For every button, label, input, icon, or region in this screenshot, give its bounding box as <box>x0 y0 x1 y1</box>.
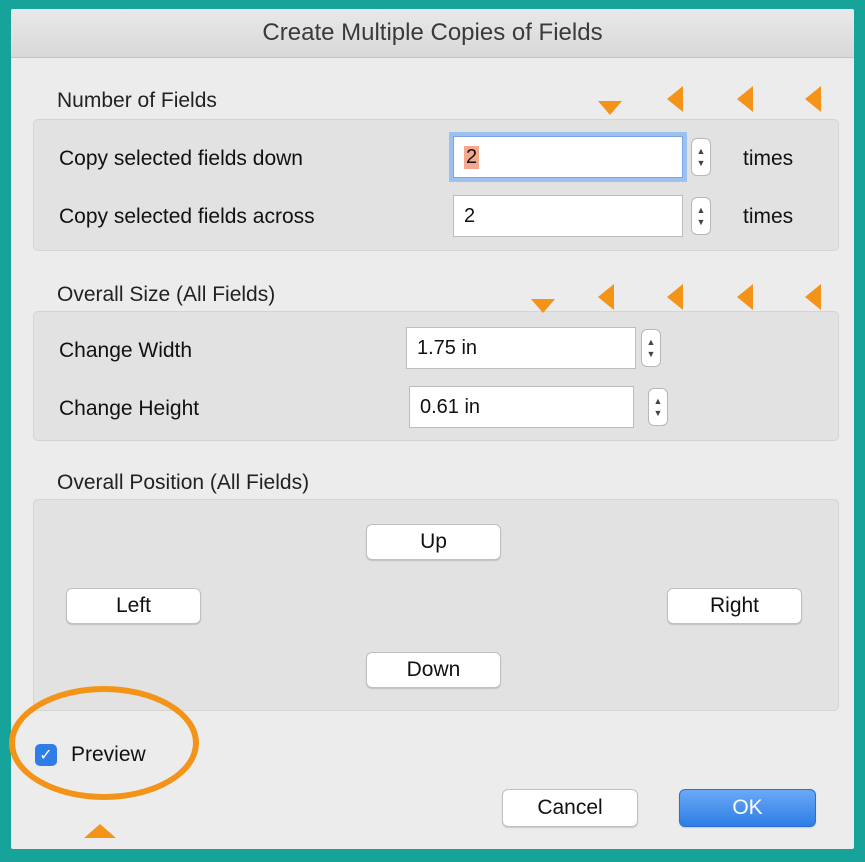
change-height-input[interactable]: 0.61 in <box>409 386 634 428</box>
change-width-value: 1.75 in <box>417 336 478 359</box>
number-of-fields-group <box>33 119 839 251</box>
annotation-arrow-left-icon <box>737 86 753 112</box>
ok-button[interactable]: OK <box>679 789 816 827</box>
move-up-button[interactable]: Up <box>366 524 501 560</box>
stepper-down-icon: ▼ <box>696 158 706 168</box>
copy-across-stepper[interactable]: ▲ ▼ <box>691 197 711 235</box>
copy-across-label: Copy selected fields across <box>59 205 315 228</box>
annotation-arrow-left-icon <box>805 86 821 112</box>
change-width-label: Change Width <box>59 339 193 362</box>
stepper-up-icon: ▲ <box>696 205 706 215</box>
stepper-down-icon: ▼ <box>696 217 706 227</box>
annotation-arrow-left-icon <box>667 284 683 310</box>
stepper-up-icon: ▲ <box>653 396 663 406</box>
overall-size-label: Overall Size (All Fields) <box>57 283 276 306</box>
stepper-down-icon: ▼ <box>653 408 663 418</box>
stepper-up-icon: ▲ <box>646 337 656 347</box>
move-down-button[interactable]: Down <box>366 652 501 688</box>
annotation-arrow-down-icon <box>531 299 555 313</box>
move-right-button[interactable]: Right <box>667 588 802 624</box>
stepper-down-icon: ▼ <box>646 349 656 359</box>
change-width-stepper[interactable]: ▲ ▼ <box>641 329 661 367</box>
change-width-input[interactable]: 1.75 in <box>406 327 636 369</box>
change-height-value: 0.61 in <box>420 395 481 418</box>
annotation-arrow-left-icon <box>598 284 614 310</box>
number-of-fields-label: Number of Fields <box>57 89 217 112</box>
copy-down-stepper[interactable]: ▲ ▼ <box>691 138 711 176</box>
copy-down-unit: times <box>743 147 794 170</box>
copy-down-value: 2 <box>464 145 480 169</box>
stepper-up-icon: ▲ <box>696 146 706 156</box>
annotation-arrow-left-icon <box>737 284 753 310</box>
annotation-arrow-left-icon <box>805 284 821 310</box>
cancel-button[interactable]: Cancel <box>502 789 638 827</box>
copy-down-input[interactable]: 2 <box>453 136 683 178</box>
move-left-button[interactable]: Left <box>66 588 201 624</box>
copy-down-label: Copy selected fields down <box>59 147 303 170</box>
overall-position-label: Overall Position (All Fields) <box>57 471 310 494</box>
annotation-arrow-left-icon <box>667 86 683 112</box>
dialog-title: Create Multiple Copies of Fields <box>11 9 854 58</box>
preview-highlight-ring <box>9 686 199 800</box>
copy-across-unit: times <box>743 205 794 228</box>
change-height-stepper[interactable]: ▲ ▼ <box>648 388 668 426</box>
annotation-arrow-up-icon <box>84 824 116 838</box>
annotation-arrow-down-icon <box>598 101 622 115</box>
change-height-label: Change Height <box>59 397 200 420</box>
copy-across-input[interactable]: 2 <box>453 195 683 237</box>
copy-across-value: 2 <box>464 204 476 227</box>
